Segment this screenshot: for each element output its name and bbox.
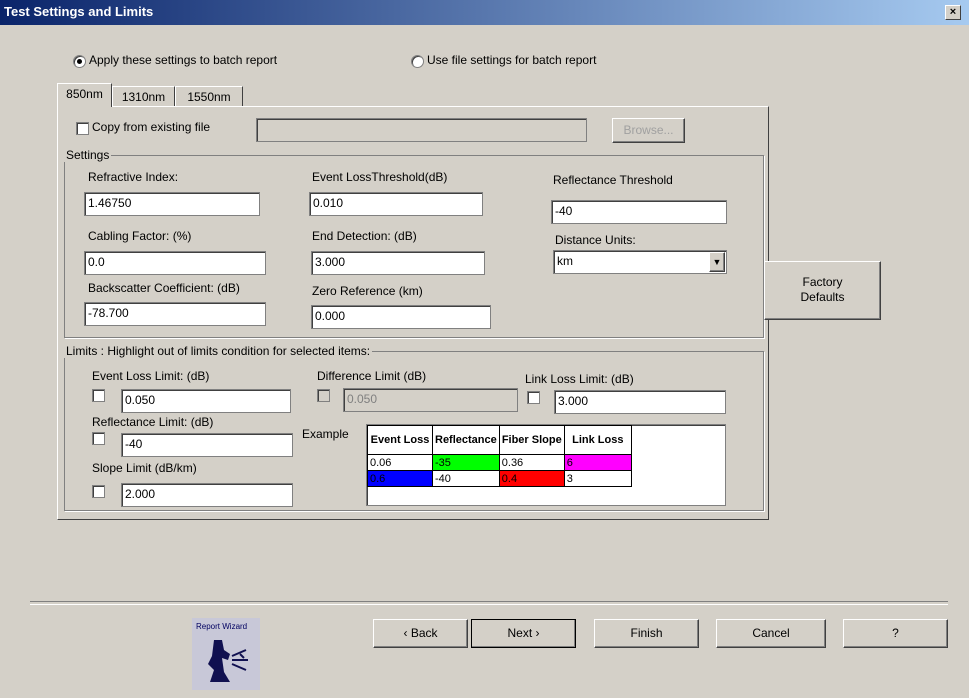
backscatter-label: Backscatter Coefficient: (dB): [88, 281, 240, 295]
copy-file-path-field[interactable]: [256, 118, 587, 142]
copy-from-file-checkbox[interactable]: [76, 122, 89, 135]
factory-defaults-line2: Defaults: [800, 290, 845, 304]
limits-group-label: Limits : Highlight out of limits conditi…: [64, 344, 373, 358]
refractive-index-input[interactable]: 1.46750: [84, 192, 260, 216]
factory-defaults-line1: Factory: [802, 275, 843, 289]
example-header-reflectance: Reflectance: [432, 425, 500, 455]
window-title: Test Settings and Limits: [4, 4, 154, 19]
reflectance-threshold-input[interactable]: -40: [551, 200, 727, 224]
zero-reference-label: Zero Reference (km): [312, 284, 423, 298]
example-header-link-loss: Link Loss: [563, 425, 632, 455]
event-loss-limit-input[interactable]: 0.050: [121, 389, 291, 413]
example-row: 0.06 -35 0.36 6: [367, 454, 632, 471]
settings-group-label: Settings: [64, 148, 112, 162]
finish-button[interactable]: Finish: [594, 619, 699, 648]
example-cell: -40: [432, 470, 500, 487]
example-cell: 0.36: [498, 454, 565, 471]
report-wizard-image: Report Wizard: [192, 618, 260, 690]
end-detection-label: End Detection: (dB): [312, 229, 417, 243]
slope-limit-label: Slope Limit (dB/km): [92, 461, 197, 475]
back-button[interactable]: ‹ Back: [373, 619, 468, 648]
browse-button[interactable]: Browse...: [612, 118, 685, 143]
difference-limit-checkbox[interactable]: [317, 389, 330, 402]
footer-separator: [30, 601, 948, 605]
reflectance-threshold-label: Reflectance Threshold: [553, 173, 673, 187]
report-wizard-label: Report Wizard: [196, 622, 248, 631]
reflectance-limit-checkbox[interactable]: [92, 432, 105, 445]
copy-from-file-label: Copy from existing file: [92, 120, 211, 134]
example-cell: 3: [563, 470, 632, 487]
cabling-factor-input[interactable]: 0.0: [84, 251, 266, 275]
slope-limit-checkbox[interactable]: [92, 485, 105, 498]
cabling-factor-label: Cabling Factor: (%): [88, 229, 192, 243]
use-file-settings-label: Use file settings for batch report: [427, 53, 597, 67]
example-header-fiber-slope: Fiber Slope: [498, 425, 565, 455]
difference-limit-input[interactable]: 0.050: [343, 388, 518, 412]
difference-limit-label: Difference Limit (dB): [317, 369, 427, 383]
event-loss-limit-checkbox[interactable]: [92, 389, 105, 402]
zero-reference-input[interactable]: 0.000: [311, 305, 491, 329]
reflectance-limit-input[interactable]: -40: [121, 433, 293, 457]
tab-850nm[interactable]: 850nm: [57, 83, 112, 107]
backscatter-input[interactable]: -78.700: [84, 302, 266, 326]
event-loss-threshold-input[interactable]: 0.010: [309, 192, 483, 216]
example-cell: 0.4: [498, 470, 565, 487]
reflectance-limit-label: Reflectance Limit: (dB): [92, 415, 214, 429]
link-loss-limit-label: Link Loss Limit: (dB): [525, 372, 634, 386]
event-loss-limit-label: Event Loss Limit: (dB): [92, 369, 210, 383]
distance-units-value: km: [557, 254, 573, 268]
example-cell: 6: [563, 454, 632, 471]
refractive-index-label: Refractive Index:: [88, 170, 179, 184]
help-button[interactable]: ?: [843, 619, 948, 648]
chevron-down-icon[interactable]: ▼: [709, 252, 725, 272]
link-loss-limit-checkbox[interactable]: [527, 391, 540, 404]
event-loss-threshold-label: Event LossThreshold(dB): [312, 170, 448, 184]
next-button[interactable]: Next ›: [471, 619, 576, 648]
tab-1550nm[interactable]: 1550nm: [175, 86, 243, 107]
example-row: 0.6 -40 0.4 3: [367, 470, 632, 487]
example-cell: -35: [432, 454, 500, 471]
distance-units-label: Distance Units:: [555, 233, 636, 247]
example-cell: 0.06: [367, 454, 433, 471]
apply-settings-label: Apply these settings to batch report: [89, 53, 278, 67]
cancel-button[interactable]: Cancel: [716, 619, 826, 648]
example-grid: Event Loss Reflectance Fiber Slope Link …: [366, 424, 726, 506]
distance-units-select[interactable]: km ▼: [553, 250, 727, 274]
example-header-event-loss: Event Loss: [367, 425, 433, 455]
use-file-settings-radio[interactable]: [411, 55, 424, 68]
wizard-icon: [208, 640, 248, 682]
factory-defaults-button[interactable]: Factory Defaults: [764, 261, 881, 320]
apply-settings-radio[interactable]: [73, 55, 86, 68]
end-detection-input[interactable]: 3.000: [311, 251, 485, 275]
tab-1310nm[interactable]: 1310nm: [112, 86, 175, 107]
example-cell: 0.6: [367, 470, 433, 487]
example-table: Event Loss Reflectance Fiber Slope Link …: [367, 425, 632, 487]
example-label: Example: [302, 427, 349, 441]
slope-limit-input[interactable]: 2.000: [121, 483, 293, 507]
link-loss-limit-input[interactable]: 3.000: [554, 390, 726, 414]
close-button[interactable]: ×: [945, 5, 961, 20]
